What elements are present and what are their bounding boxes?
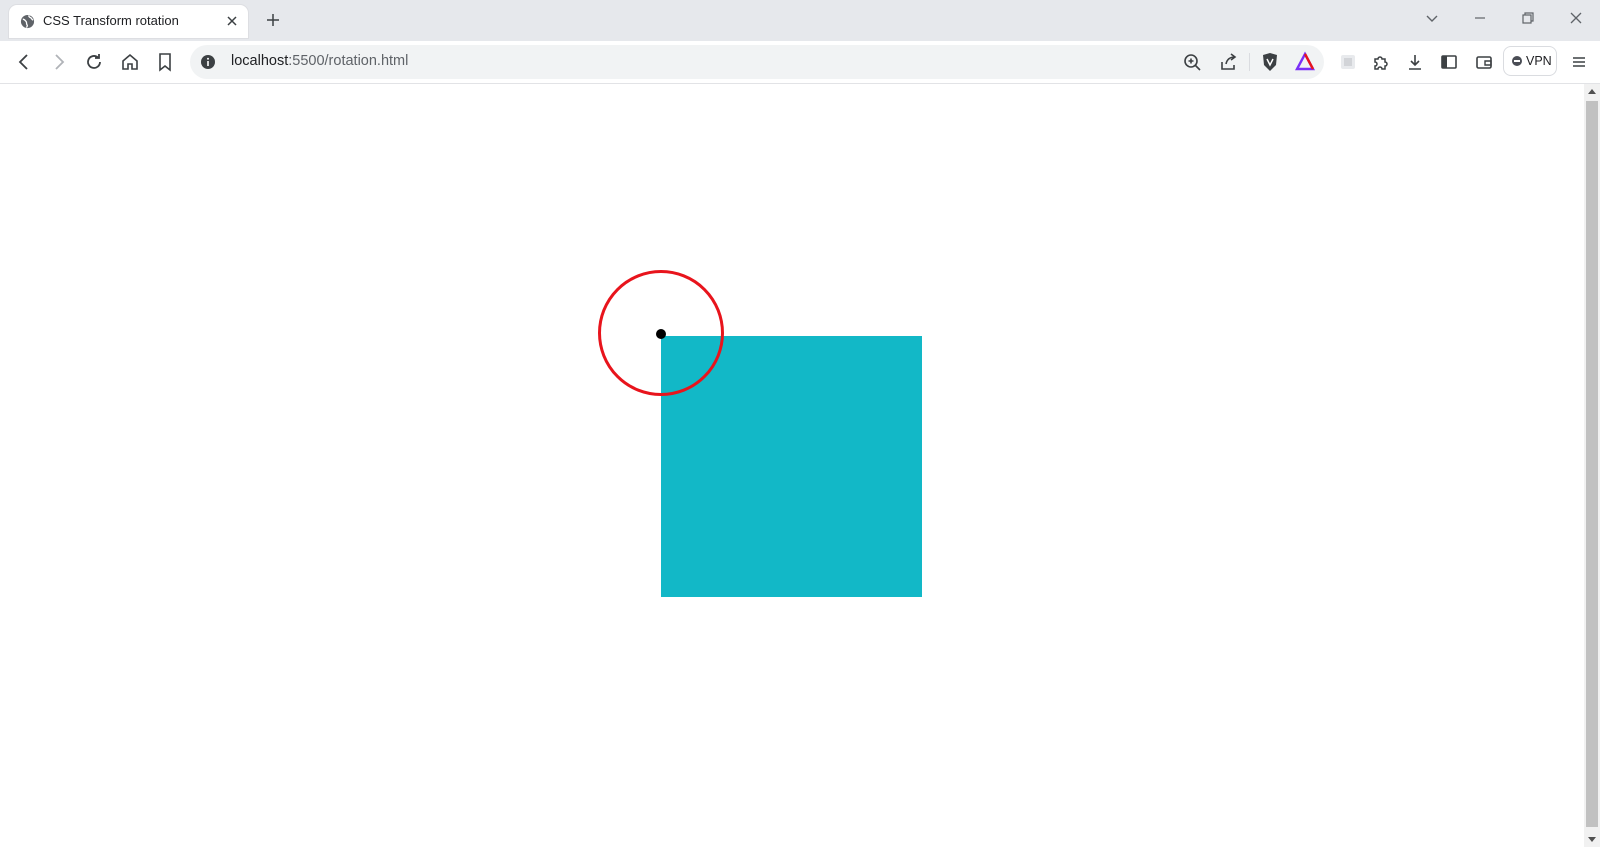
sidebar-icon[interactable]	[1437, 50, 1461, 74]
menu-hamburger-icon[interactable]	[1567, 50, 1591, 74]
tab-strip: CSS Transform rotation	[0, 0, 1600, 41]
page-viewport	[0, 84, 1584, 847]
zoom-icon[interactable]	[1180, 50, 1204, 74]
bookmark-icon[interactable]	[153, 50, 177, 74]
url-text[interactable]: localhost:5500/rotation.html	[231, 53, 408, 69]
download-icon[interactable]	[1403, 50, 1427, 74]
vpn-status-icon	[1512, 56, 1522, 66]
url-path: :5500/rotation.html	[288, 53, 409, 69]
globe-icon	[20, 14, 35, 29]
site-info-icon[interactable]	[200, 54, 216, 70]
extension-placeholder-icon[interactable]	[1336, 50, 1360, 74]
tab-active[interactable]: CSS Transform rotation	[9, 5, 248, 38]
tab-search-chevron-icon[interactable]	[1420, 6, 1444, 30]
scroll-down-arrow-icon[interactable]	[1588, 837, 1596, 842]
vpn-label: VPN	[1526, 54, 1552, 68]
forward-arrow-icon[interactable]	[47, 50, 71, 74]
brave-rewards-icon[interactable]	[1293, 50, 1317, 74]
scrollbar-thumb[interactable]	[1586, 101, 1598, 827]
vertical-scrollbar[interactable]	[1584, 84, 1600, 847]
reload-icon[interactable]	[82, 50, 106, 74]
home-icon[interactable]	[118, 50, 142, 74]
browser-toolbar: localhost:5500/rotation.html VPN	[0, 41, 1600, 84]
vpn-button[interactable]: VPN	[1503, 46, 1557, 76]
address-bar[interactable]: localhost:5500/rotation.html	[190, 45, 1324, 79]
new-tab-icon[interactable]	[264, 11, 282, 29]
close-tab-icon[interactable]	[224, 13, 240, 29]
wallet-icon[interactable]	[1472, 50, 1496, 74]
minimize-icon[interactable]	[1468, 6, 1492, 30]
transform-origin-dot	[656, 329, 666, 339]
share-icon[interactable]	[1216, 50, 1240, 74]
restore-icon[interactable]	[1516, 6, 1540, 30]
extensions-puzzle-icon[interactable]	[1369, 50, 1393, 74]
tab-title: CSS Transform rotation	[43, 13, 179, 28]
toolbar-divider	[1249, 53, 1250, 71]
url-host: localhost	[231, 53, 289, 69]
close-window-icon[interactable]	[1564, 6, 1588, 30]
back-arrow-icon[interactable]	[12, 50, 36, 74]
scroll-up-arrow-icon[interactable]	[1588, 89, 1596, 94]
brave-shields-icon[interactable]	[1258, 50, 1282, 74]
